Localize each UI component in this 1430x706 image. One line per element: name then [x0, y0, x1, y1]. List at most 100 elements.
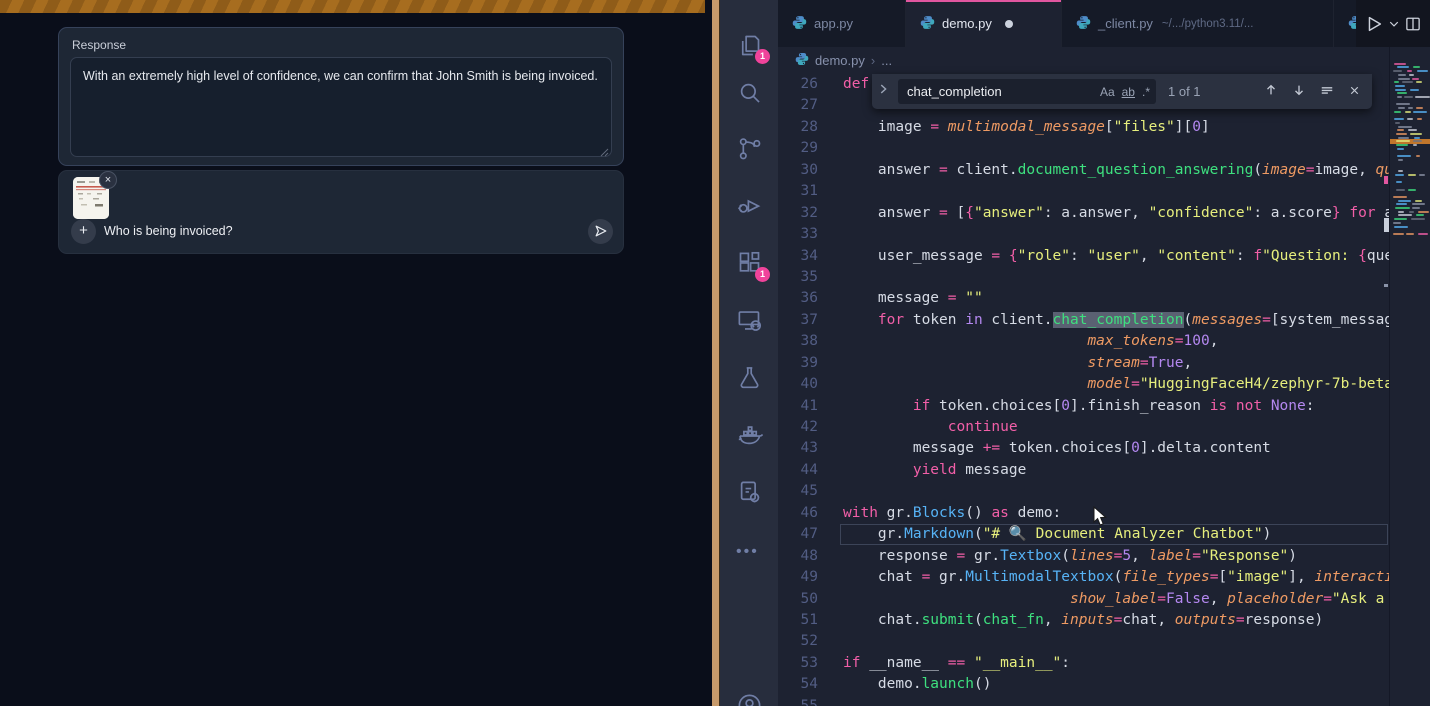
find-input[interactable]: chat_completion Aa ab .*: [898, 79, 1156, 104]
minimap-line: [1408, 174, 1416, 176]
code-line-50[interactable]: 50 show_label=False, placeholder="Ask a …: [778, 589, 1390, 610]
tools-file-icon[interactable]: [736, 479, 763, 506]
whole-word-button[interactable]: ab: [1122, 85, 1135, 99]
code-line-40[interactable]: 40 model="HuggingFaceH4/zephyr-7b-beta",: [778, 374, 1390, 395]
code-line-36[interactable]: 36 message = "": [778, 288, 1390, 309]
vscode-window: 1 1 ••• app.py demo.py _client.py~/.../pyt…: [720, 0, 1430, 706]
breadcrumb-more[interactable]: ...: [881, 53, 892, 68]
code-line-28[interactable]: 28 image = multimodal_message["files"][0…: [778, 117, 1390, 138]
minimap-line: [1417, 70, 1429, 72]
code-line-48[interactable]: 48 response = gr.Textbox(lines=5, label=…: [778, 546, 1390, 567]
code-line-32[interactable]: 32 answer = [{"answer": a.answer, "confi…: [778, 203, 1390, 224]
tab-_client.py[interactable]: _client.py~/.../python3.11/...: [1062, 0, 1334, 47]
code-line-35[interactable]: 35: [778, 267, 1390, 288]
minimap-line: [1393, 222, 1401, 224]
code-line-44[interactable]: 44 yield message: [778, 460, 1390, 481]
code-line-46[interactable]: 46with gr.Blocks() as demo:: [778, 503, 1390, 524]
minimap-line: [1410, 133, 1422, 135]
line-number: 39: [778, 353, 818, 374]
dirty-indicator[interactable]: [1005, 20, 1013, 28]
code-line-30[interactable]: 30 answer = client.document_question_ans…: [778, 160, 1390, 181]
code-line-34[interactable]: 34 user_message = {"role": "user", "cont…: [778, 246, 1390, 267]
minimap-line: [1408, 107, 1413, 109]
minimap-line: [1397, 66, 1409, 68]
window-divider[interactable]: [705, 0, 720, 706]
code-line-51[interactable]: 51 chat.submit(chat_fn, inputs=chat, out…: [778, 610, 1390, 631]
code-line-45[interactable]: 45: [778, 481, 1390, 502]
remote-explorer-icon[interactable]: [736, 307, 763, 334]
minimap-line: [1393, 233, 1404, 235]
more-ellipsis-icon[interactable]: •••: [736, 543, 763, 570]
overview-ruler-mark: [1384, 284, 1388, 287]
previous-match-button[interactable]: [1261, 83, 1281, 100]
minimap-line: [1405, 111, 1410, 113]
add-file-button[interactable]: +: [71, 219, 96, 244]
code-line-41[interactable]: 41 if token.choices[0].finish_reason is …: [778, 396, 1390, 417]
code-line-31[interactable]: 31: [778, 181, 1390, 202]
send-icon: [594, 224, 608, 238]
source-control-icon[interactable]: [736, 135, 763, 162]
code-line-37[interactable]: 37 for token in client.chat_completion(m…: [778, 310, 1390, 331]
code-line-47[interactable]: 47 gr.Markdown("# 🔍 Document Analyzer Ch…: [778, 524, 1390, 545]
minimap-line: [1418, 211, 1429, 213]
code-line-43[interactable]: 43 message += token.choices[0].delta.con…: [778, 438, 1390, 459]
code-line-55[interactable]: 55: [778, 696, 1390, 706]
find-in-selection-button[interactable]: [1317, 83, 1337, 100]
submit-button[interactable]: [588, 219, 613, 244]
minimap[interactable]: [1390, 47, 1430, 706]
run-dropdown-chevron-icon[interactable]: [1388, 18, 1400, 30]
code-line-42[interactable]: 42 continue: [778, 417, 1390, 438]
minimap-line: [1418, 233, 1428, 235]
code-line-53[interactable]: 53if __name__ == "__main__":: [778, 653, 1390, 674]
code-editor[interactable]: 26def chat_fn(multimodal_message):2728 i…: [778, 74, 1390, 706]
minimap-line: [1398, 137, 1409, 139]
run-debug-icon[interactable]: [736, 192, 763, 219]
close-find-button[interactable]: [1345, 84, 1364, 100]
minimap-line: [1393, 70, 1402, 72]
line-number: 44: [778, 460, 818, 481]
next-match-button[interactable]: [1289, 83, 1309, 100]
chat-input-text[interactable]: Who is being invoiced?: [104, 224, 233, 238]
toggle-replace-chevron-icon[interactable]: [876, 82, 890, 101]
code-line-38[interactable]: 38 max_tokens=100,: [778, 331, 1390, 352]
minimap-line: [1397, 155, 1411, 157]
code-line-54[interactable]: 54 demo.launch(): [778, 674, 1390, 695]
line-number: 49: [778, 567, 818, 588]
code-line-33[interactable]: 33: [778, 224, 1390, 245]
activity-bar: 1 1 •••: [720, 0, 778, 706]
remove-attachment-button[interactable]: ×: [99, 171, 117, 189]
line-number: 33: [778, 224, 818, 245]
split-editor-button[interactable]: [1404, 15, 1422, 33]
code-line-49[interactable]: 49 chat = gr.MultimodalTextbox(file_type…: [778, 567, 1390, 588]
files-icon[interactable]: 1: [736, 32, 763, 59]
match-case-button[interactable]: Aa: [1100, 85, 1115, 99]
search-icon[interactable]: [736, 79, 763, 106]
minimap-line: [1410, 89, 1420, 91]
find-query-text[interactable]: chat_completion: [907, 84, 1093, 99]
minimap-line: [1408, 129, 1416, 131]
response-textarea[interactable]: With an extremely high level of confiden…: [70, 57, 612, 157]
regex-button[interactable]: .*: [1142, 85, 1150, 99]
tab-bar: app.py demo.py _client.py~/.../python3.1…: [778, 0, 1430, 47]
tab-app.py[interactable]: app.py: [778, 0, 906, 47]
breadcrumb[interactable]: demo.py › ...: [778, 47, 1390, 74]
test-beaker-icon[interactable]: [736, 364, 763, 391]
code-line-52[interactable]: 52: [778, 631, 1390, 652]
code-line-29[interactable]: 29: [778, 138, 1390, 159]
minimap-line: [1409, 74, 1415, 76]
line-number: 38: [778, 331, 818, 352]
minimap-line: [1396, 133, 1407, 135]
line-number: 53: [778, 653, 818, 674]
tab-demo.py[interactable]: demo.py: [906, 0, 1062, 47]
minimap-line: [1398, 170, 1403, 172]
docker-icon[interactable]: [736, 422, 763, 449]
run-python-file-button[interactable]: [1364, 14, 1384, 34]
breadcrumb-file[interactable]: demo.py: [815, 53, 865, 68]
code-line-39[interactable]: 39 stream=True,: [778, 353, 1390, 374]
line-number: 34: [778, 246, 818, 267]
extensions-icon[interactable]: 1: [736, 250, 763, 277]
resize-handle-icon[interactable]: [600, 148, 609, 157]
python-icon: [795, 52, 809, 69]
account-icon[interactable]: [736, 692, 763, 706]
minimap-line: [1416, 214, 1425, 216]
